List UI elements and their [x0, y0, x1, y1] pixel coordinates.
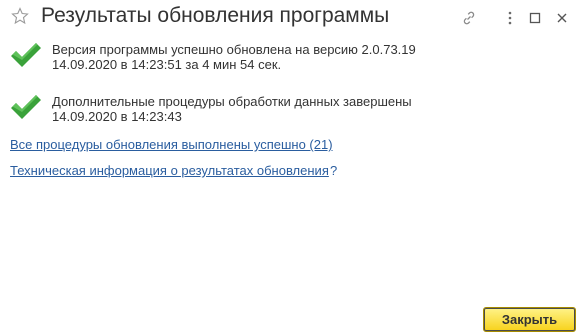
message-line: Дополнительные процедуры обработки данны…	[52, 94, 412, 109]
help-icon[interactable]: ?	[330, 163, 337, 178]
window-title: Результаты обновления программы	[41, 4, 390, 27]
message-text: Дополнительные процедуры обработки данны…	[52, 94, 412, 124]
link-icon[interactable]	[459, 8, 479, 28]
message-line: Версия программы успешно обновлена на ве…	[52, 42, 416, 57]
close-icon[interactable]	[552, 8, 572, 28]
update-message-data-processing: Дополнительные процедуры обработки данны…	[10, 94, 570, 134]
checkmark-icon	[10, 94, 42, 120]
title-bar: Результаты обновления программы	[0, 0, 582, 36]
message-text: Версия программы успешно обновлена на ве…	[52, 42, 416, 72]
message-timestamp: 14.09.2020 в 14:23:43	[52, 109, 182, 124]
more-icon[interactable]	[500, 8, 520, 28]
checkmark-icon	[10, 42, 42, 68]
message-timestamp: 14.09.2020 в 14:23:51 за 4 мин 54 сек.	[52, 57, 282, 72]
tech-info-link[interactable]: Техническая информация о результатах обн…	[10, 163, 329, 178]
update-message-version: Версия программы успешно обновлена на ве…	[10, 42, 570, 82]
maximize-icon[interactable]	[525, 8, 545, 28]
star-icon[interactable]	[11, 7, 29, 25]
all-procedures-link[interactable]: Все процедуры обновления выполнены успеш…	[10, 137, 333, 152]
close-button[interactable]: Закрыть	[483, 307, 576, 332]
